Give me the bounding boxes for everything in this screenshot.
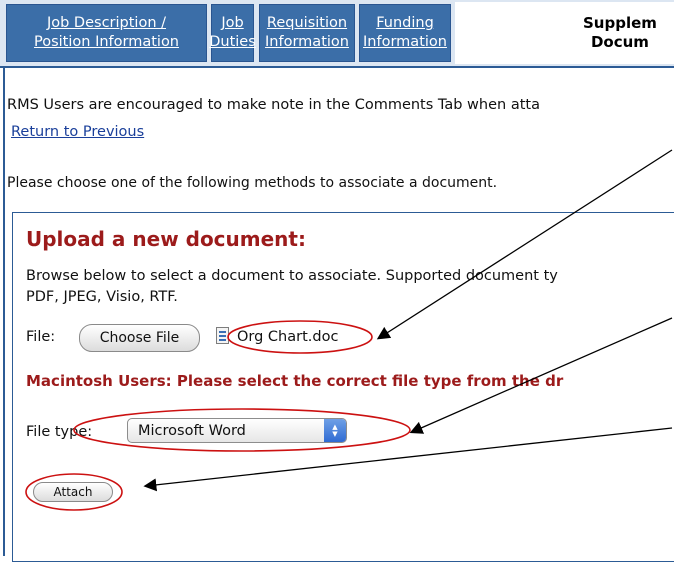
annotation-arrow-file-name	[376, 149, 673, 340]
annotation-arrow-attach	[143, 427, 673, 492]
annotation-overlay	[25, 149, 673, 511]
annotation-ellipse-file-name	[227, 320, 373, 354]
annotation-arrow-file-type	[409, 317, 673, 434]
annotation-ellipse-file-type	[73, 408, 411, 452]
annotation-ellipse-attach	[25, 473, 123, 511]
